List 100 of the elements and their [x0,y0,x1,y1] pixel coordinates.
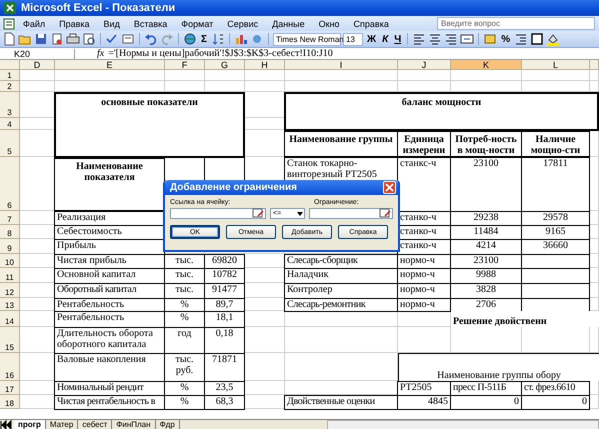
window-title: Microsoft Excel - Показатели [21,2,176,14]
cell-reference-field[interactable] [170,208,266,219]
table-cell: 10782 [204,268,245,284]
column-header[interactable]: E [55,60,165,70]
table-cell: Потреб-ность в мощ-ности [450,130,522,158]
table-cell: РТ2505 [397,381,451,396]
print-preview-icon[interactable] [82,32,96,46]
menu-item[interactable]: Сервис [220,18,266,28]
table-cell: Решение двойственн [451,311,599,327]
table-cell: Реализация [54,211,165,226]
sheet-tab[interactable]: прогр [14,420,46,429]
borders-icon[interactable] [530,32,544,46]
close-button[interactable] [383,181,396,194]
column-header[interactable]: G [205,60,245,70]
font-size-field[interactable]: 13 [343,32,364,46]
align-center-icon[interactable] [428,32,442,46]
column-header[interactable]: I [285,60,398,70]
format-button[interactable]: К [380,34,390,44]
constraint-field[interactable] [309,208,393,219]
table-cell: Прибыль [54,239,165,255]
function-label[interactable]: fx [75,48,108,59]
row-header[interactable]: 9 [0,239,20,254]
row-header[interactable]: 1 [0,70,20,81]
sheet-tab[interactable]: ФинПлан [112,420,156,429]
format-button[interactable]: Ч [392,34,404,44]
column-header[interactable]: F [165,60,205,70]
indent-icon[interactable] [514,32,528,46]
horizontal-scrollbar[interactable] [327,420,599,429]
help-search-field[interactable]: Введите вопрос [437,17,595,30]
menu-item[interactable]: Вставка [126,18,174,28]
undo-icon[interactable] [144,32,158,46]
table-cell: Номинальный рендит [54,381,165,396]
empty-cell [522,70,590,81]
row-header[interactable]: 2 [0,81,20,92]
column-header[interactable]: D [20,60,55,70]
row-header[interactable]: 18 [0,395,20,409]
save-icon[interactable] [34,32,48,46]
column-header[interactable]: H [245,60,285,70]
menu-item[interactable]: Вид [96,18,127,28]
spelling-icon[interactable] [105,32,119,46]
menu-item[interactable]: Формат [174,18,220,28]
table-cell: 23100 [450,254,522,269]
table-cell: 3828 [450,283,522,299]
row-header[interactable]: 12 [0,283,20,298]
collapse-dialog-icon[interactable] [379,206,391,220]
column-header[interactable]: L [522,60,590,70]
collapse-dialog-icon[interactable] [252,206,264,220]
table-cell: % [164,381,205,396]
row-header[interactable]: 7 [0,211,20,225]
table-cell: Двойственные оценки [284,395,398,410]
table-cell: % [164,298,205,312]
table-cell: 9988 [450,268,522,284]
align-right-icon[interactable] [444,32,458,46]
sheet-tab[interactable]: Матер [46,420,78,429]
name-box[interactable]: K20 [0,48,75,58]
table-cell: 17811 [521,157,590,212]
menu-item[interactable]: Правка [52,18,97,28]
menu-item[interactable]: Справка [346,18,396,28]
spreadsheet-app-icon[interactable] [3,1,17,15]
table-cell: Оборотный капитал [54,283,165,299]
table-cell: Контролер [284,283,398,299]
column-header[interactable]: J [398,60,451,70]
print-icon[interactable] [66,32,80,46]
sheet-tab[interactable]: себест [78,420,112,429]
row-header[interactable]: 14 [0,311,20,327]
row-header[interactable]: 5 [0,130,20,157]
hyperlink-icon[interactable] [183,32,197,46]
table-cell: 29238 [450,211,522,226]
sort-icon[interactable] [211,32,226,46]
sheet-navigation-icon[interactable] [0,418,14,429]
row-header[interactable]: 8 [0,225,20,239]
chart-icon[interactable] [234,32,248,46]
row-header[interactable]: 13 [0,298,20,311]
row-header[interactable]: 11 [0,268,20,283]
row-header[interactable]: 15 [0,327,20,353]
table-cell: Основной капитал [54,268,165,284]
column-header[interactable]: K [451,60,522,70]
row-header[interactable]: 6 [0,157,20,211]
sheet-tab[interactable]: Фдр [156,420,180,429]
align-left-icon[interactable] [412,32,426,46]
autosum-button[interactable]: Σ [199,34,210,44]
format-button[interactable]: Ж [365,34,378,44]
workbook-icon[interactable] [2,16,16,30]
row-header[interactable]: 16 [0,353,20,381]
row-header[interactable]: 4 [0,118,20,130]
row-header[interactable]: 17 [0,381,20,395]
percent-button[interactable]: % [499,34,512,44]
table-cell: 36660 [521,239,590,255]
menu-item[interactable]: Данные [265,18,312,28]
font-name-field[interactable]: Times New Roman [273,32,342,46]
table-cell: 89,7 [204,298,245,312]
row-header[interactable]: 10 [0,254,20,268]
caret-icon[interactable] [296,209,304,218]
merge-cells-icon[interactable] [460,32,474,46]
menu-item[interactable]: Файл [16,18,52,28]
row-header[interactable]: 3 [0,92,20,118]
table-cell: основные показатели [54,92,245,158]
empty-cell [245,81,285,92]
menu-item[interactable]: Окно [312,18,347,28]
fill-color-icon[interactable] [546,32,560,46]
